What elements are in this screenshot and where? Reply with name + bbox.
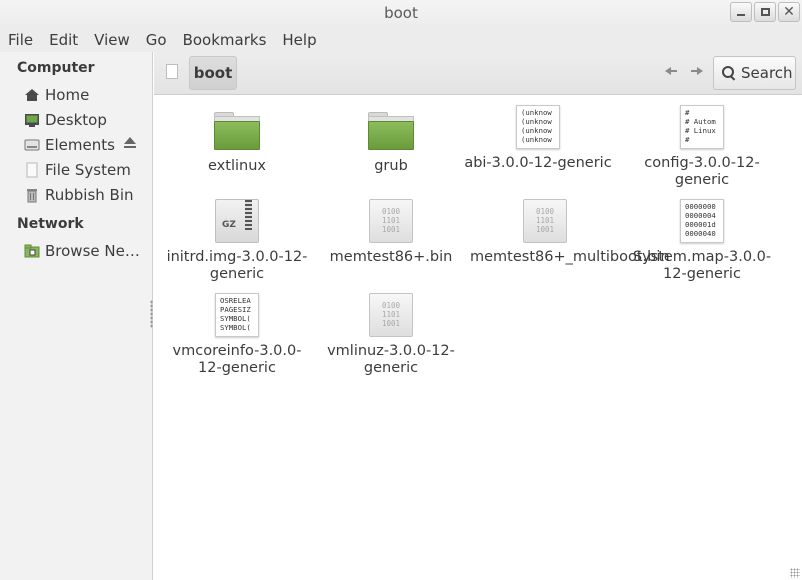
sidebar-item-rubbish-bin[interactable]: Rubbish Bin [24, 184, 150, 206]
resize-grip[interactable] [790, 568, 800, 578]
menu-edit[interactable]: Edit [49, 31, 78, 49]
file-item[interactable]: 0100 1101 1001 vmlinuz-3.0.0-12-generic [316, 293, 466, 377]
search-label: Search [741, 64, 793, 82]
file-item[interactable]: 0100 1101 1001 memtest86+_multiboot.bin [470, 199, 670, 266]
sidebar-item-label: Browse Net… [45, 242, 145, 260]
file-preview: OSRELEA PAGESIZ SYMBOL( SYMBOL( [215, 293, 259, 337]
file-name: memtest86+.bin [329, 249, 453, 265]
home-icon [24, 87, 40, 103]
minimize-button[interactable] [730, 2, 752, 22]
search-button[interactable]: Search [713, 56, 796, 90]
file-item[interactable]: OSRELEA PAGESIZ SYMBOL( SYMBOL( vmcorein… [162, 293, 312, 377]
file-item[interactable]: grub [316, 108, 466, 175]
title-bar[interactable]: boot ✕ [0, 0, 802, 28]
file-name: grub [374, 158, 408, 174]
filesystem-icon [24, 162, 40, 178]
folder-icon [367, 108, 415, 154]
menu-help[interactable]: Help [282, 31, 316, 49]
file-view[interactable]: extlinux grub (unknow (unknow (unknow (u… [154, 96, 802, 580]
file-item[interactable]: 0000000 0000004 000001d 0000040 System.m… [624, 199, 780, 283]
file-name: initrd.img-3.0.0-12-generic [166, 249, 308, 282]
back-arrow-icon[interactable] [664, 64, 678, 78]
text-file-icon: (unknow (unknow (unknow (unknow [514, 105, 562, 151]
sidebar-item-filesystem[interactable]: File System [24, 159, 150, 181]
file-name: vmcoreinfo-3.0.0-12-generic [172, 343, 302, 376]
file-name: System.map-3.0.0-12-generic [632, 249, 772, 282]
breadcrumb-boot[interactable]: boot [189, 56, 237, 90]
file-name: extlinux [208, 158, 266, 174]
toolbar: boot Search [154, 52, 802, 95]
network-icon [24, 243, 40, 259]
text-file-icon: 0000000 0000004 000001d 0000040 [678, 199, 726, 245]
eject-icon[interactable] [124, 137, 136, 151]
menu-bookmarks[interactable]: Bookmarks [183, 31, 267, 49]
file-item[interactable]: (unknow (unknow (unknow (unknow abi-3.0.… [464, 105, 612, 172]
window-title: boot [384, 4, 418, 22]
sidebar-item-elements[interactable]: Elements [24, 134, 150, 156]
close-button[interactable]: ✕ [778, 2, 800, 22]
archive-icon: GZ [213, 199, 261, 245]
close-icon: ✕ [783, 4, 795, 20]
folder-icon [213, 108, 261, 154]
file-preview: (unknow (unknow (unknow (unknow [516, 105, 560, 149]
file-item[interactable]: GZ initrd.img-3.0.0-12-generic [162, 199, 312, 283]
sidebar-item-label: Rubbish Bin [45, 186, 134, 204]
sidebar-item-label: Elements [45, 136, 115, 154]
maximize-icon [760, 8, 770, 16]
menu-bar: File Edit View Go Bookmarks Help [0, 28, 802, 52]
sidebar-item-home[interactable]: Home [24, 84, 150, 106]
menu-view[interactable]: View [94, 31, 130, 49]
sidebar-resize-handle[interactable] [150, 300, 153, 328]
file-item[interactable]: # # Autom # Linux # config-3.0.0-12-gene… [624, 105, 780, 189]
forward-arrow-icon[interactable] [690, 64, 704, 78]
file-name: config-3.0.0-12-generic [644, 155, 760, 188]
text-file-icon: OSRELEA PAGESIZ SYMBOL( SYMBOL( [213, 293, 261, 339]
binary-file-icon: 0100 1101 1001 [367, 199, 415, 245]
minimize-icon [737, 14, 745, 16]
file-item[interactable]: extlinux [162, 108, 312, 175]
sidebar: Computer Home Desktop Elements File Syst… [0, 52, 153, 580]
menu-file[interactable]: File [8, 31, 33, 49]
sidebar-heading-network: Network [17, 216, 84, 232]
binary-file-icon: 0100 1101 1001 [367, 293, 415, 339]
maximize-button[interactable] [754, 2, 776, 22]
file-name: abi-3.0.0-12-generic [464, 155, 612, 171]
menu-go[interactable]: Go [146, 31, 167, 49]
sidebar-item-label: File System [45, 161, 131, 179]
drive-icon [24, 137, 40, 153]
text-file-icon: # # Autom # Linux # [678, 105, 726, 151]
sidebar-item-browse-network[interactable]: Browse Net… [24, 240, 150, 262]
file-preview: GZ [222, 220, 236, 230]
file-preview: # # Autom # Linux # [680, 105, 724, 149]
binary-file-icon: 0100 1101 1001 [521, 199, 569, 245]
search-icon [722, 66, 736, 80]
file-preview: 0100 1101 1001 [369, 293, 413, 337]
file-preview: 0000000 0000004 000001d 0000040 [680, 199, 724, 243]
file-preview: 0100 1101 1001 [523, 199, 567, 243]
sidebar-item-desktop[interactable]: Desktop [24, 109, 150, 131]
sidebar-item-label: Desktop [45, 111, 107, 129]
sidebar-heading-computer: Computer [17, 60, 95, 76]
file-name: memtest86+_multiboot.bin [470, 249, 670, 265]
desktop-icon [24, 112, 40, 128]
sidebar-item-label: Home [45, 86, 90, 104]
trash-icon [24, 187, 40, 203]
file-name: vmlinuz-3.0.0-12-generic [327, 343, 455, 376]
file-item[interactable]: 0100 1101 1001 memtest86+.bin [316, 199, 466, 266]
breadcrumb-root-icon[interactable] [166, 64, 178, 79]
file-preview: 0100 1101 1001 [369, 199, 413, 243]
